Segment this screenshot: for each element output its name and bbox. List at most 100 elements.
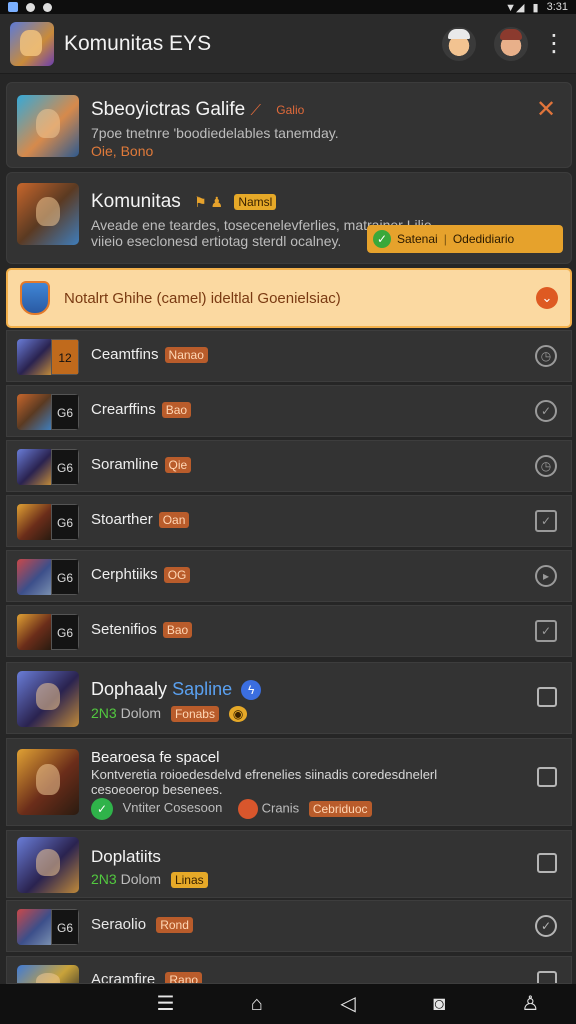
game-thumbnail bbox=[17, 559, 51, 595]
verified-icon: ϟ bbox=[241, 680, 262, 701]
post-meta-text: Dolom bbox=[120, 871, 162, 887]
game-thumbnail bbox=[17, 394, 51, 430]
profile-icon[interactable]: ♙ bbox=[513, 990, 547, 1018]
post-tag: Cebriduoc bbox=[308, 801, 372, 817]
page-title: Komunitas EYS bbox=[64, 31, 212, 55]
alert-icon bbox=[26, 2, 35, 12]
badge-icon: ⚑ ♟ bbox=[194, 194, 224, 210]
level-badge: 12 bbox=[51, 339, 79, 375]
item-badge: Nanao bbox=[164, 347, 208, 364]
list-item[interactable]: G6 Seraolio Rond ✓ bbox=[6, 900, 572, 952]
list-item[interactable]: 12 Ceamtfins Nanao ◷ bbox=[6, 330, 572, 382]
clock-icon[interactable]: ◷ bbox=[535, 455, 557, 477]
post-title: Bearoesa fe spacel bbox=[91, 749, 220, 766]
item-badge: Bao bbox=[162, 622, 193, 639]
checkbox[interactable] bbox=[537, 687, 557, 707]
level-badge: G6 bbox=[51, 504, 79, 540]
post-item[interactable]: Dophaaly Sapline ϟ 2N3 Dolom Fonabs ◉ bbox=[6, 662, 572, 734]
community-description: 7poe tnetnre 'boodiedelables tanemday. bbox=[91, 125, 339, 141]
clock-icon[interactable]: ◷ bbox=[535, 345, 557, 367]
list-item[interactable]: G6 Setenifios Bao ✓ bbox=[6, 605, 572, 657]
notice-banner[interactable]: Notalrt Ghihe (camel) ideltlal Goenielsi… bbox=[6, 268, 572, 328]
chevron-down-icon[interactable]: ⌄ bbox=[536, 287, 558, 309]
list-item[interactable]: G6 Cerphtiiks OG ▸ bbox=[6, 550, 572, 602]
community-meta: Oie, Bono bbox=[91, 143, 154, 159]
shield-icon bbox=[20, 281, 50, 315]
post-title: Dophaaly bbox=[91, 679, 168, 699]
post-tag: Linas bbox=[170, 872, 208, 889]
item-badge: OG bbox=[163, 567, 191, 584]
game-thumbnail bbox=[17, 339, 51, 375]
close-icon[interactable]: ✕ bbox=[533, 97, 559, 123]
level-badge: G6 bbox=[51, 559, 79, 595]
checkbox-checked-icon[interactable]: ✓ bbox=[535, 510, 557, 532]
app-bar: Komunitas EYS ⋮ bbox=[0, 14, 576, 74]
fire-icon: ⟋ bbox=[250, 102, 261, 119]
post-meta-number: 2N3 bbox=[91, 871, 117, 887]
check-icon: ✓ bbox=[91, 798, 113, 820]
level-badge: G6 bbox=[51, 394, 79, 430]
level-badge: G6 bbox=[51, 449, 79, 485]
community-thumbnail bbox=[17, 95, 79, 157]
settings-icon bbox=[43, 2, 52, 12]
game-thumbnail bbox=[17, 449, 51, 485]
post-thumbnail bbox=[17, 671, 79, 727]
item-label: Ceamtfins bbox=[91, 346, 159, 363]
back-icon[interactable]: ◁ bbox=[331, 990, 365, 1018]
list-item[interactable]: G6 Stoarther Oan ✓ bbox=[6, 495, 572, 547]
avatar[interactable] bbox=[442, 26, 476, 61]
checkbox[interactable] bbox=[537, 767, 557, 787]
item-label: Setenifios bbox=[91, 621, 157, 638]
community-title: Sbeoyictras Galife bbox=[91, 99, 246, 120]
item-label: Soramline bbox=[91, 456, 159, 473]
notification-icon bbox=[8, 2, 18, 12]
game-thumbnail bbox=[17, 909, 51, 945]
list-item[interactable]: G6 Soramline Qie ◷ bbox=[6, 440, 572, 492]
post-item[interactable]: Doplatiits 2N3 Dolom Linas bbox=[6, 830, 572, 898]
home-icon[interactable]: ⌂ bbox=[240, 990, 274, 1018]
community-description-2: viieio eseclonesd ertiotag sterdl ocalne… bbox=[91, 233, 342, 249]
game-thumbnail bbox=[17, 504, 51, 540]
check-circle-icon[interactable]: ✓ bbox=[535, 400, 557, 422]
game-icon[interactable]: ◙ bbox=[422, 990, 456, 1018]
banner-text: Notalrt Ghihe (camel) ideltlal Goenielsi… bbox=[64, 289, 341, 307]
community-card[interactable]: Komunitas ⚑ ♟ Namsl Aveade ene teardes, … bbox=[6, 172, 572, 264]
status-bar: ▼◢ ▮ 3:31 bbox=[0, 0, 576, 14]
item-badge: Qie bbox=[164, 457, 192, 474]
checkbox[interactable] bbox=[537, 971, 557, 983]
join-button[interactable]: ✓ Satenai | Odedidiario bbox=[367, 225, 563, 253]
clock: 3:31 bbox=[546, 1, 568, 13]
community-card[interactable]: Sbeoyictras Galife ⟋ Galio 7poe tnetnre … bbox=[6, 82, 572, 168]
game-thumbnail bbox=[17, 965, 79, 983]
battery-icon: ▮ bbox=[532, 1, 539, 14]
coin-icon: ◉ bbox=[228, 706, 248, 723]
join-label: Satenai bbox=[397, 232, 438, 246]
check-circle-icon[interactable]: ✓ bbox=[535, 915, 557, 937]
more-options-icon[interactable]: ⋮ bbox=[542, 31, 566, 56]
post-thumbnail bbox=[17, 749, 79, 815]
list-item[interactable]: G6 Crearffins Bao ✓ bbox=[6, 385, 572, 437]
checkbox-checked-icon[interactable]: ✓ bbox=[535, 620, 557, 642]
post-highlight: Sapline bbox=[172, 679, 233, 699]
item-badge: Bao bbox=[161, 402, 192, 419]
signal-icon: ▼◢ bbox=[505, 1, 525, 14]
item-badge: Rond bbox=[156, 917, 193, 934]
post-source: Cranis bbox=[261, 800, 300, 816]
community-title: Komunitas bbox=[91, 191, 181, 212]
menu-icon[interactable]: ☰ bbox=[149, 990, 183, 1018]
post-thumbnail bbox=[17, 837, 79, 893]
post-item[interactable]: Bearoesa fe spacel Kontveretia roioedesd… bbox=[6, 738, 572, 826]
check-icon: ✓ bbox=[373, 230, 391, 248]
avatar[interactable] bbox=[494, 26, 528, 61]
checkbox[interactable] bbox=[537, 853, 557, 873]
item-badge: Rano bbox=[165, 972, 203, 983]
app-logo-icon[interactable] bbox=[10, 21, 54, 66]
post-title: Doplatiits bbox=[91, 847, 161, 866]
post-meta-number: 2N3 bbox=[91, 705, 117, 721]
item-label: Stoarther bbox=[91, 511, 153, 528]
play-icon[interactable]: ▸ bbox=[535, 565, 557, 587]
post-author: Vntiter Cosesoon bbox=[122, 800, 223, 816]
level-badge: G6 bbox=[51, 614, 79, 650]
list-item[interactable]: Acramfire Rano bbox=[6, 956, 572, 984]
post-body: Kontveretia roioedesdelvd efrenelies sii… bbox=[91, 767, 438, 782]
